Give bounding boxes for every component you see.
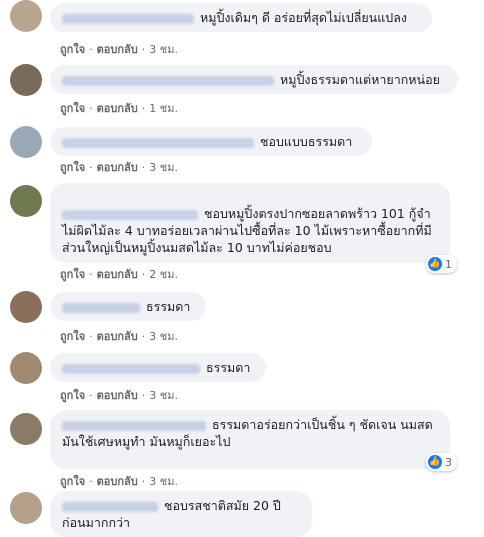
like-link[interactable]: ถูกใจ bbox=[60, 102, 85, 115]
comment-text: หมูปิ้งธรรมดาแต่หายากหน่อย bbox=[280, 72, 440, 87]
comment-text: ธรรมดา bbox=[146, 299, 191, 314]
reply-link[interactable]: ตอบกลับ bbox=[97, 161, 138, 174]
commenter-name[interactable] bbox=[62, 363, 200, 374]
commenter-name[interactable] bbox=[62, 75, 274, 86]
commenter-name[interactable] bbox=[62, 209, 198, 220]
like-link[interactable]: ถูกใจ bbox=[60, 389, 85, 402]
avatar[interactable] bbox=[10, 64, 42, 96]
avatar[interactable] bbox=[10, 126, 42, 158]
comment-bubble: ชอบแบบธรรมดา bbox=[50, 127, 372, 156]
avatar[interactable] bbox=[10, 492, 42, 524]
comment-bubble: ธรรมดาอร่อยกว่าเป็นชิ้น ๆ ชัดเจน นมสดมัน… bbox=[50, 410, 450, 469]
like-link[interactable]: ถูกใจ bbox=[60, 475, 85, 488]
thumbs-up-icon: 👍 bbox=[428, 455, 442, 469]
comment-bubble: ชอบหมูปิ้งตรงปากซอยลาดพร้าว 101 กู้จำไม่… bbox=[50, 183, 450, 263]
comment-actions: ถูกใจ · ตอบกลับ · 1 ชม. bbox=[60, 102, 178, 115]
reply-link[interactable]: ตอบกลับ bbox=[97, 268, 138, 281]
comment-actions: ถูกใจ · ตอบกลับ · 3 ชม. bbox=[60, 43, 178, 56]
commenter-name[interactable] bbox=[62, 137, 254, 148]
like-link[interactable]: ถูกใจ bbox=[60, 268, 85, 281]
comment-bubble: หมูปิ้งธรรมดาแต่หายากหน่อย bbox=[50, 65, 458, 94]
comment-bubble: ธรรมดา bbox=[50, 292, 206, 321]
comment-time[interactable]: 1 ชม. bbox=[149, 102, 178, 115]
comment-bubble: หมูปิ้งเดิมๆ ดี อร่อยที่สุดไม่เปลี่ยนแปล… bbox=[50, 3, 432, 32]
avatar[interactable] bbox=[10, 291, 42, 323]
commenter-name[interactable] bbox=[62, 13, 194, 24]
comment-actions: ถูกใจ · ตอบกลับ · 2 ชม. bbox=[60, 268, 178, 281]
comment-time[interactable]: 3 ชม. bbox=[149, 475, 178, 488]
comment-actions: ถูกใจ · ตอบกลับ · 3 ชม. bbox=[60, 330, 178, 343]
comment-text: ธรรมดา bbox=[206, 360, 251, 375]
avatar[interactable] bbox=[10, 185, 42, 217]
comment-time[interactable]: 3 ชม. bbox=[149, 43, 178, 56]
commenter-name[interactable] bbox=[62, 501, 158, 512]
comment-bubble: ธรรมดา bbox=[50, 353, 266, 382]
reaction-count[interactable]: 👍 3 bbox=[426, 453, 457, 471]
comment-actions: ถูกใจ · ตอบกลับ · 3 ชม. bbox=[60, 475, 178, 488]
comment-actions: ถูกใจ · ตอบกลับ · 3 ชม. bbox=[60, 161, 178, 174]
reply-link[interactable]: ตอบกลับ bbox=[97, 330, 138, 343]
reply-link[interactable]: ตอบกลับ bbox=[97, 389, 138, 402]
comment-actions: ถูกใจ · ตอบกลับ · 3 ชม. bbox=[60, 389, 178, 402]
comment-bubble: ชอบรสชาติสมัย 20 ปีก่อนมากกว่า bbox=[50, 491, 312, 537]
like-link[interactable]: ถูกใจ bbox=[60, 161, 85, 174]
comment-time[interactable]: 2 ชม. bbox=[149, 268, 178, 281]
reply-link[interactable]: ตอบกลับ bbox=[97, 102, 138, 115]
reaction-count[interactable]: 👍 1 bbox=[426, 255, 457, 273]
comment-text: ชอบแบบธรรมดา bbox=[260, 134, 353, 149]
avatar[interactable] bbox=[10, 413, 42, 445]
avatar[interactable] bbox=[10, 352, 42, 384]
comment-time[interactable]: 3 ชม. bbox=[149, 161, 178, 174]
like-link[interactable]: ถูกใจ bbox=[60, 330, 85, 343]
reply-link[interactable]: ตอบกลับ bbox=[97, 475, 138, 488]
thumbs-up-icon: 👍 bbox=[428, 257, 442, 271]
comment-time[interactable]: 3 ชม. bbox=[149, 330, 178, 343]
like-link[interactable]: ถูกใจ bbox=[60, 43, 85, 56]
comment-time[interactable]: 3 ชม. bbox=[149, 389, 178, 402]
reply-link[interactable]: ตอบกลับ bbox=[97, 43, 138, 56]
commenter-name[interactable] bbox=[62, 420, 206, 431]
comment-text: หมูปิ้งเดิมๆ ดี อร่อยที่สุดไม่เปลี่ยนแปล… bbox=[200, 10, 407, 25]
commenter-name[interactable] bbox=[62, 302, 140, 313]
avatar[interactable] bbox=[10, 0, 42, 32]
